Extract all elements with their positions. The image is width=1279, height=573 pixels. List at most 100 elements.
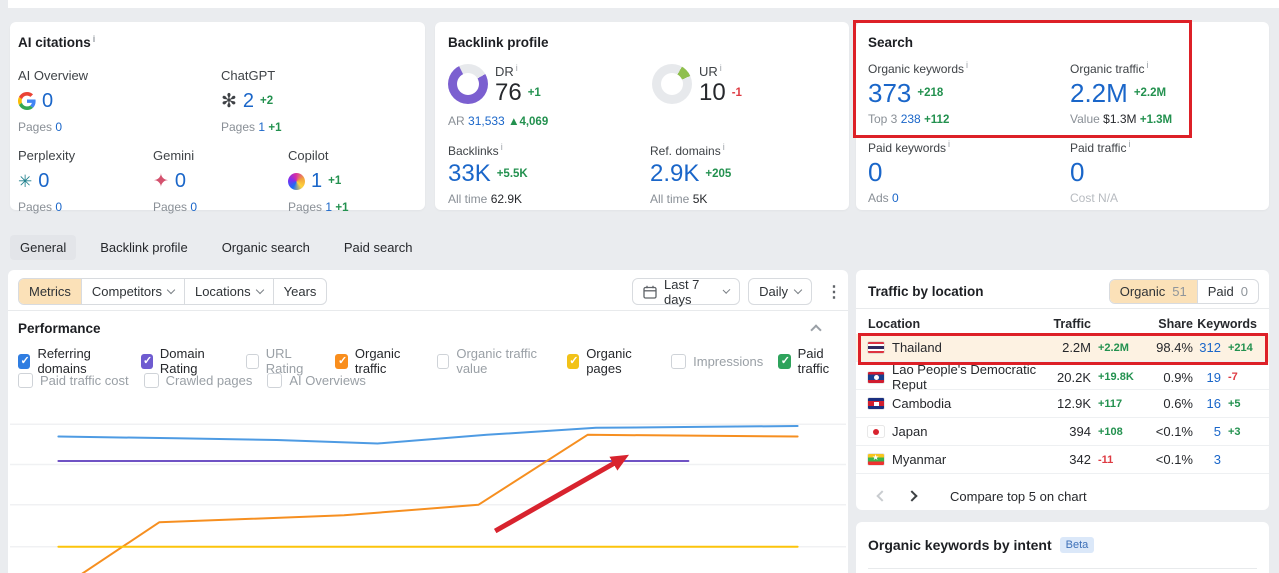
checkbox-paid-traffic-cost[interactable]: Paid traffic cost [18, 373, 129, 388]
pager-next-icon[interactable] [906, 490, 918, 502]
tab-organic-search[interactable]: Organic search [212, 235, 320, 260]
locations-dropdown[interactable]: Locations [183, 279, 273, 304]
keywords-by-intent-title: Organic keywords by intent Beta [868, 537, 1095, 553]
info-icon[interactable]: i [948, 139, 950, 149]
toggle-paid[interactable]: Paid 0 [1196, 280, 1258, 303]
checkbox-label: URL Rating [265, 346, 304, 376]
more-options-icon[interactable]: ⋮ [820, 280, 848, 304]
collapse-chevron-up-icon[interactable] [810, 324, 822, 336]
column-share[interactable]: Share [1143, 317, 1193, 331]
paid-keywords-value[interactable]: 0 [868, 159, 882, 185]
pages-label: Pages [288, 200, 323, 214]
ai-block-ai-overview: AI Overview 0 Pages 0 [18, 68, 168, 134]
checkbox-crawled-pages[interactable]: Crawled pages [143, 373, 253, 388]
table-row-japan[interactable]: Japan 394 +108 <0.1% 5 +3 [856, 418, 1269, 446]
organic-paid-toggle: Organic 51 Paid 0 [1108, 279, 1259, 304]
divider [856, 308, 1269, 309]
checkbox-organic-pages[interactable]: Organic pages [566, 346, 656, 376]
keywords-value[interactable]: 16 [1193, 396, 1221, 411]
copilot-pages[interactable]: 1 [325, 200, 332, 214]
search-card: Search Organic keywords i 373 +218 Top 3 2… [856, 22, 1269, 210]
checkbox-organic-traffic[interactable]: Organic traffic [335, 346, 421, 376]
metrics-button[interactable]: Metrics [19, 279, 81, 304]
checkbox-paid-traffic[interactable]: Paid traffic [778, 346, 848, 376]
gemini-value[interactable]: 0 [175, 171, 186, 191]
metric-checkbox-row-1: Referring domains Domain Rating URL Rati… [18, 346, 848, 376]
copilot-value[interactable]: 1 [311, 171, 322, 191]
table-row-laos[interactable]: Lao People's Democratic Reput 20.2K +19.… [856, 362, 1269, 392]
keywords-value[interactable]: 5 [1193, 424, 1221, 439]
checkbox-organic-traffic-value[interactable]: Organic traffic value [436, 346, 552, 376]
checkbox-referring-domains[interactable]: Referring domains [18, 346, 126, 376]
tab-paid-search[interactable]: Paid search [334, 235, 423, 260]
column-keywords[interactable]: Keywords [1193, 317, 1257, 331]
info-icon[interactable]: i [501, 142, 503, 152]
tab-general[interactable]: General [10, 235, 77, 260]
chevron-down-icon [166, 285, 176, 294]
keywords-value[interactable]: 3 [1193, 452, 1221, 467]
organic-traffic-delta: +2.2M [1133, 87, 1167, 99]
keywords-value[interactable]: 19 [1193, 370, 1221, 385]
cambodia-flag-icon [868, 398, 884, 409]
performance-line-chart[interactable] [8, 398, 848, 573]
checkbox-url-rating[interactable]: URL Rating [246, 346, 320, 376]
checkbox-ai-overviews[interactable]: AI Overviews [267, 373, 366, 388]
paid-traffic-value[interactable]: 0 [1070, 159, 1084, 185]
table-row-myanmar[interactable]: Myanmar 342 -11 <0.1% 3 [856, 446, 1269, 474]
years-button[interactable]: Years [272, 279, 327, 304]
pages-label: Pages [153, 200, 188, 214]
ai-overview-pages[interactable]: 0 [55, 120, 62, 134]
info-icon[interactable]: i [720, 63, 722, 73]
perplexity-value[interactable]: 0 [38, 171, 49, 191]
table-row-thailand[interactable]: Thailand 2.2M +2.2M 98.4% 312 +214 [856, 334, 1269, 362]
gemini-pages[interactable]: 0 [190, 200, 197, 214]
organic-keywords-label: Organic keywords i [868, 60, 969, 76]
date-range-dropdown[interactable]: Last 7 days [632, 277, 741, 307]
checkbox-label: Organic traffic value [456, 346, 538, 376]
checkbox-domain-rating[interactable]: Domain Rating [140, 346, 232, 376]
pages-label: Pages [18, 120, 53, 134]
info-icon[interactable]: i [966, 60, 968, 70]
cost-line: Cost N/A [1070, 191, 1119, 205]
checkbox-label: Domain Rating [159, 346, 205, 376]
ads-value[interactable]: 0 [892, 191, 899, 205]
checkbox-impressions[interactable]: Impressions [671, 353, 763, 369]
traffic-by-location-title: Traffic by location [868, 284, 984, 299]
table-row-cambodia[interactable]: Cambodia 12.9K +117 0.6% 16 +5 [856, 390, 1269, 418]
chatgpt-pages[interactable]: 1 [258, 120, 265, 134]
checkbox-icon [143, 373, 159, 388]
traffic-by-location-panel: Traffic by location Organic 51 Paid 0 Loca… [856, 270, 1269, 510]
checkbox-label: Referring domains [37, 346, 91, 376]
info-icon[interactable]: i [723, 142, 725, 152]
info-icon[interactable]: i [1146, 60, 1148, 70]
ref-domains-label: Ref. domains i [650, 142, 725, 158]
chatgpt-value[interactable]: 2 [243, 91, 254, 111]
column-traffic[interactable]: Traffic [1045, 317, 1091, 331]
backlinks-value[interactable]: 33K [448, 162, 491, 186]
checkbox-label: Crawled pages [165, 373, 253, 388]
dr-value[interactable]: 76 [495, 81, 522, 105]
competitors-dropdown[interactable]: Competitors [80, 279, 184, 304]
keywords-value[interactable]: 312 [1193, 340, 1221, 355]
perplexity-pages[interactable]: 0 [55, 200, 62, 214]
ar-value[interactable]: 31,533 [468, 114, 505, 128]
ur-value[interactable]: 10 [699, 81, 726, 105]
pages-label: Pages [18, 200, 53, 214]
ur-label: UR i [699, 63, 722, 79]
tab-backlink-profile[interactable]: Backlink profile [90, 235, 197, 260]
info-icon[interactable]: i [93, 34, 96, 44]
pager-prev-icon[interactable] [876, 490, 888, 502]
top3-value[interactable]: 238 [901, 112, 921, 126]
backlink-profile-title: Backlink profile [448, 35, 549, 50]
organic-traffic-value[interactable]: 2.2M [1070, 80, 1128, 106]
toggle-organic[interactable]: Organic 51 [1109, 280, 1197, 303]
compare-top5-link[interactable]: Compare top 5 on chart [950, 489, 1087, 504]
info-icon[interactable]: i [516, 63, 518, 73]
organic-keywords-value[interactable]: 373 [868, 80, 911, 106]
traffic-value: 342 [1069, 452, 1091, 467]
info-icon[interactable]: i [1128, 139, 1130, 149]
ref-domains-value[interactable]: 2.9K [650, 162, 699, 186]
granularity-dropdown[interactable]: Daily [748, 278, 812, 305]
ai-overview-value[interactable]: 0 [42, 91, 53, 111]
column-location[interactable]: Location [868, 317, 1045, 331]
